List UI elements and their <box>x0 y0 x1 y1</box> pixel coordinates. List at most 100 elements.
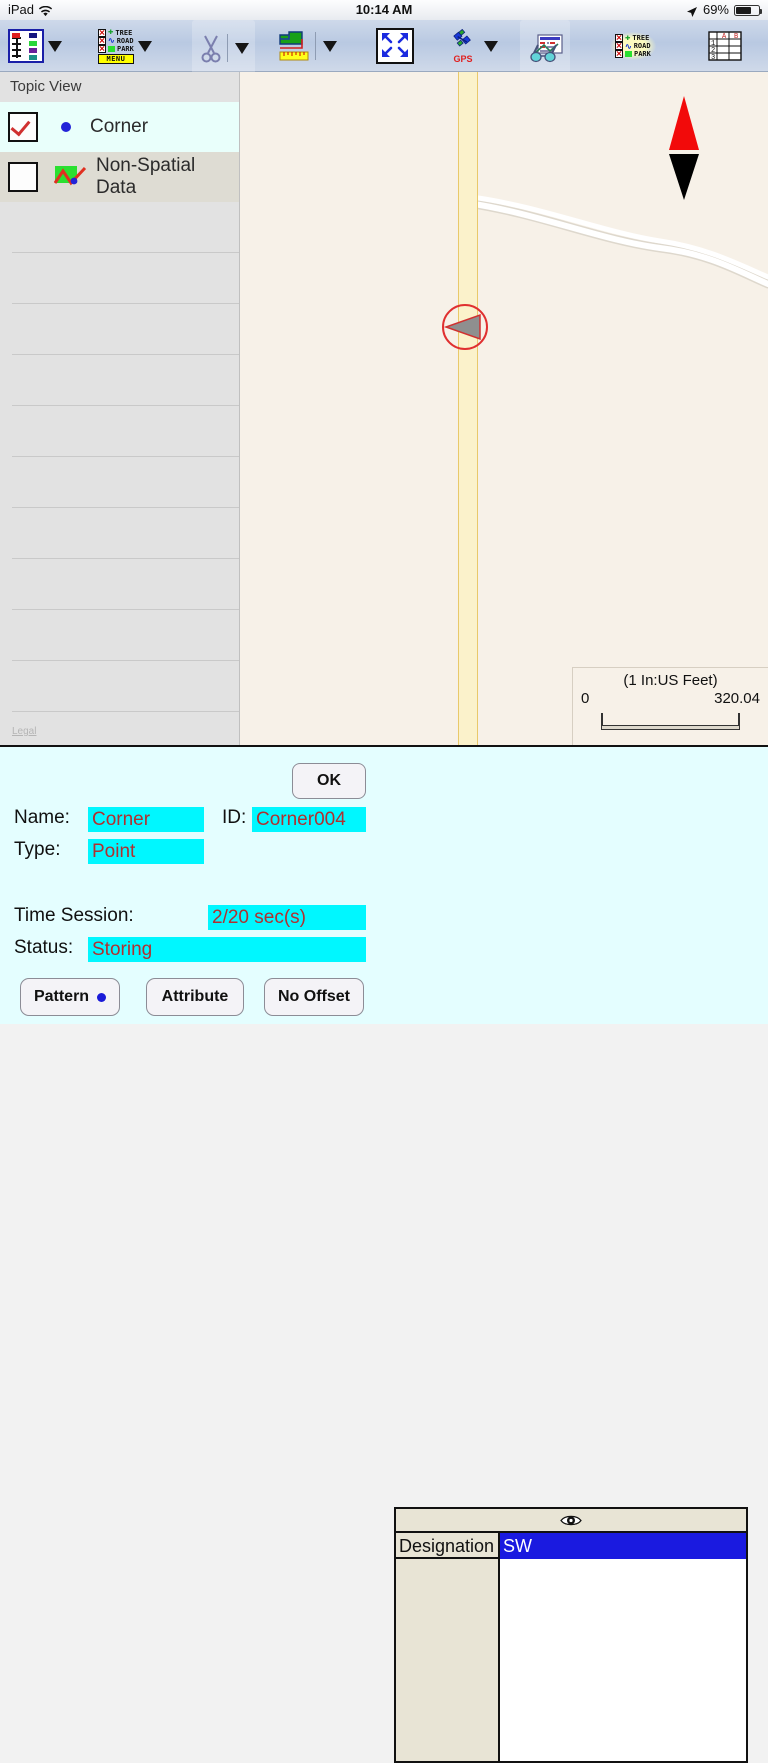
name-field[interactable]: Corner <box>88 807 204 832</box>
point-dot-symbol-icon <box>54 122 78 132</box>
eye-icon[interactable] <box>560 1514 582 1527</box>
north-arrow-icon <box>665 92 703 202</box>
chevron-down-icon[interactable] <box>137 40 152 52</box>
sidebar-empty-row <box>12 355 239 406</box>
toolbar-item-gps[interactable]: GPS <box>446 20 498 72</box>
feature-form-panel: OK Name: Corner ID: Corner004 Type: Poin… <box>0 745 768 1763</box>
legal-link[interactable]: Legal <box>12 726 36 737</box>
sidebar-empty-row <box>12 406 239 457</box>
ios-status-bar: iPad 10:14 AM 69% <box>0 0 768 20</box>
svg-text:3: 3 <box>711 54 715 61</box>
chevron-down-icon[interactable] <box>235 42 249 54</box>
legend-row-1: ROAD <box>633 42 651 50</box>
layer-legend-icon: ✚ TREE ∿ ROAD PARK MENU <box>98 28 134 64</box>
sidebar-item-label: Non-Spatial Data <box>96 155 196 198</box>
toolbar-item-report[interactable] <box>520 20 570 76</box>
attribute-table: Designation SW <box>394 1507 748 1763</box>
app-root: iPad 10:14 AM 69% ✚ TREE ∿ ROAD PARK MEN… <box>0 0 768 1763</box>
pattern-button[interactable]: Pattern <box>20 978 120 1016</box>
legend-row-2: PARK <box>634 50 651 58</box>
sidebar-empty-row <box>12 304 239 355</box>
scale-title: (1 In:US Feet) <box>623 672 718 689</box>
sidebar-empty-row <box>12 508 239 559</box>
toolbar-item-zoom-extent[interactable] <box>376 20 414 72</box>
toolbar-item-attribute-table[interactable]: A B 1 2 3 <box>708 20 742 72</box>
chevron-down-icon[interactable] <box>323 40 337 52</box>
toolbar-item-cut-tool[interactable] <box>192 20 255 76</box>
sidebar-empty-row <box>12 610 239 661</box>
feature-form: OK Name: Corner ID: Corner004 Type: Poin… <box>0 747 390 1026</box>
map-scale-bar: (1 In:US Feet) 0 320.04 <box>572 667 768 745</box>
status-bar-right: 69% <box>686 2 762 18</box>
location-arrow-icon <box>686 6 698 18</box>
attribute-table-value-column: SW <box>500 1533 746 1761</box>
sidebar-title: Topic View <box>0 72 239 102</box>
scale-graphic <box>601 713 740 733</box>
type-field[interactable]: Point <box>88 839 204 864</box>
sidebar-empty-row <box>12 253 239 304</box>
sidebar-empty-rows <box>0 202 239 712</box>
pattern-dot-icon <box>97 992 107 1002</box>
time-session-label: Time Session: <box>14 905 134 926</box>
gps-label: GPS <box>453 54 473 64</box>
attribute-table-field-column: Designation <box>396 1533 500 1761</box>
toolbar-item-layer-visibility[interactable]: ✚ TREE ∿ ROAD PARK <box>610 20 656 72</box>
legend-row-1: ROAD <box>116 36 134 45</box>
toolbar-item-measure-tool[interactable] <box>278 20 337 72</box>
sidebar-empty-row <box>12 202 239 253</box>
attribute-button[interactable]: Attribute <box>146 978 244 1016</box>
layer-legend-icon: ✚ TREE ∿ ROAD PARK <box>610 32 656 60</box>
legend-row-0: TREE <box>115 28 133 37</box>
sidebar-item-label: Corner <box>90 116 149 137</box>
name-label: Name: <box>14 807 70 828</box>
gps-satellite-icon: GPS <box>446 29 480 64</box>
topic-view-sidebar: Topic View Corner Non-Spatial Data Legal <box>0 72 240 745</box>
attribute-table-header[interactable] <box>396 1509 746 1533</box>
svg-text:B: B <box>734 33 738 41</box>
map-ruler-icon <box>278 30 312 62</box>
scale-max: 320.04 <box>714 690 760 707</box>
road-vertical <box>458 72 478 745</box>
toolbar-item-topic-list[interactable] <box>8 20 62 72</box>
id-field[interactable]: Corner004 <box>252 807 366 832</box>
sidebar-item-corner[interactable]: Corner <box>0 102 239 152</box>
table-row-field[interactable]: Designation <box>396 1533 498 1559</box>
status-field[interactable]: Storing <box>88 937 366 962</box>
grid-table-icon: A B 1 2 3 <box>708 31 742 62</box>
sidebar-empty-row <box>12 661 239 712</box>
table-row-value[interactable]: SW <box>500 1533 746 1559</box>
legend-row-2: PARK <box>117 44 134 53</box>
chevron-down-icon[interactable] <box>48 40 62 52</box>
sidebar-empty-row <box>12 559 239 610</box>
corner-checkbox[interactable] <box>8 112 38 142</box>
pattern-button-label: Pattern <box>33 988 90 1005</box>
non-spatial-data-checkbox[interactable] <box>8 162 38 192</box>
report-binoculars-icon <box>526 32 564 64</box>
map-canvas[interactable]: (1 In:US Feet) 0 320.04 <box>240 72 768 745</box>
toolbar-divider <box>315 32 316 60</box>
legend-row-0: TREE <box>632 34 650 42</box>
scissors-icon <box>198 33 224 63</box>
toolbar-item-layer-menu[interactable]: ✚ TREE ∿ ROAD PARK MENU <box>98 20 152 72</box>
menu-tag-label: MENU <box>98 53 134 64</box>
time-session-field[interactable]: 2/20 sec(s) <box>208 905 366 930</box>
chart-symbol-icon <box>53 165 88 189</box>
type-label: Type: <box>14 839 61 860</box>
id-label: ID: <box>222 807 247 828</box>
battery-percent: 69% <box>702 2 729 17</box>
scale-min: 0 <box>581 690 590 707</box>
topic-list-icon <box>8 29 44 63</box>
status-label: Status: <box>14 937 74 958</box>
main-toolbar: ✚ TREE ∿ ROAD PARK MENU GPS ✚ TREE ∿ ROA… <box>0 20 768 76</box>
expand-arrows-icon <box>376 28 414 64</box>
battery-icon <box>734 5 762 16</box>
chevron-down-icon[interactable] <box>484 40 498 52</box>
status-bar-time: 10:14 AM <box>355 2 413 17</box>
ok-button[interactable]: OK <box>292 763 366 799</box>
gps-cursor-icon <box>440 302 490 352</box>
attribute-table-body: Designation SW <box>396 1533 746 1761</box>
toolbar-divider <box>227 34 228 62</box>
sidebar-empty-row <box>12 457 239 508</box>
sidebar-item-non-spatial-data[interactable]: Non-Spatial Data <box>0 152 239 202</box>
no-offset-button[interactable]: No Offset <box>264 978 364 1016</box>
